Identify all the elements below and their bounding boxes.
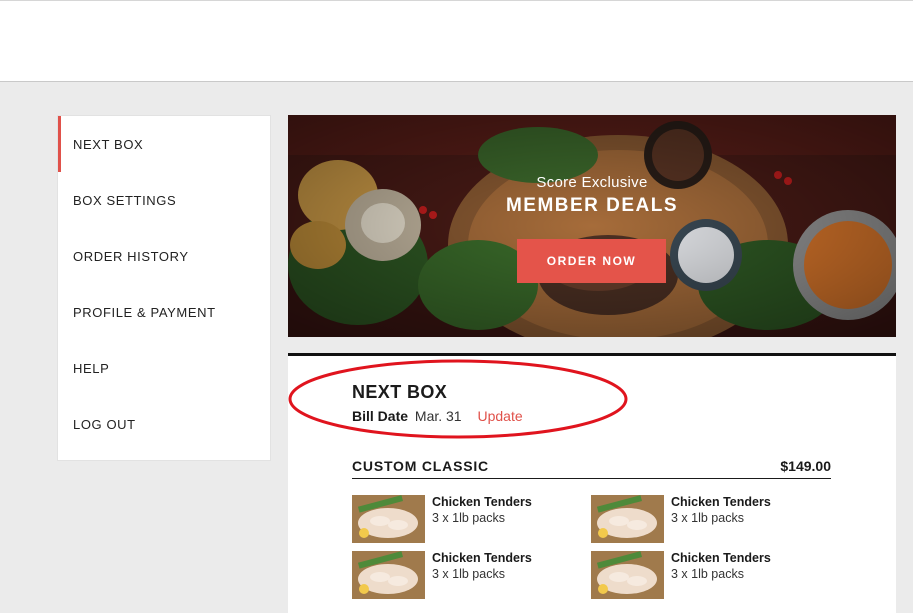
sidebar-item-next-box[interactable]: NEXT BOX: [58, 116, 270, 172]
product-name: Chicken Tenders: [432, 495, 532, 509]
plan-header: CUSTOM CLASSIC $149.00: [352, 456, 831, 479]
sidebar-item-help[interactable]: HELP: [58, 340, 270, 396]
product-item[interactable]: Chicken Tenders 3 x 1lb packs: [591, 551, 811, 601]
sidebar-item-box-settings[interactable]: BOX SETTINGS: [58, 172, 270, 228]
product-name: Chicken Tenders: [671, 495, 771, 509]
plan-price: $149.00: [780, 458, 831, 474]
sidebar-item-label: BOX SETTINGS: [73, 192, 177, 208]
next-box-title: NEXT BOX: [352, 382, 448, 402]
sidebar-item-label: HELP: [73, 360, 110, 376]
sidebar-item-label: ORDER HISTORY: [73, 248, 189, 264]
product-item[interactable]: Chicken Tenders 3 x 1lb packs: [352, 495, 572, 545]
chicken-tenders-thumbnail: [352, 551, 425, 599]
product-quantity: 3 x 1lb packs: [432, 567, 505, 581]
product-name: Chicken Tenders: [671, 551, 771, 565]
product-quantity: 3 x 1lb packs: [432, 511, 505, 525]
holiday-food-image: [288, 115, 896, 337]
sidebar-item-label: LOG OUT: [73, 416, 136, 432]
product-name: Chicken Tenders: [432, 551, 532, 565]
banner-title: MEMBER DEALS: [505, 195, 679, 216]
order-now-button[interactable]: ORDER NOW: [517, 239, 666, 283]
bill-date-value: Mar. 31: [414, 408, 462, 424]
sidebar-item-log-out[interactable]: LOG OUT: [58, 396, 270, 452]
chicken-tenders-thumbnail: [352, 495, 425, 543]
plan-name: CUSTOM CLASSIC: [352, 458, 489, 474]
account-sidebar: NEXT BOX BOX SETTINGS ORDER HISTORY PROF…: [57, 115, 271, 461]
next-box-panel: NEXT BOX Bill Date Mar. 31 Update CUSTOM…: [288, 353, 896, 613]
product-item[interactable]: Chicken Tenders 3 x 1lb packs: [352, 551, 572, 601]
product-item[interactable]: Chicken Tenders 3 x 1lb packs: [591, 495, 811, 545]
member-deals-banner: Score Exclusive MEMBER DEALS ORDER NOW: [288, 115, 896, 337]
chicken-tenders-thumbnail: [591, 495, 664, 543]
product-quantity: 3 x 1lb packs: [671, 511, 744, 525]
sidebar-item-order-history[interactable]: ORDER HISTORY: [58, 228, 270, 284]
top-header-bar: [0, 0, 913, 82]
sidebar-item-label: PROFILE & PAYMENT: [73, 304, 216, 320]
update-bill-date-link[interactable]: Update: [478, 408, 523, 424]
bill-date-row: Bill Date Mar. 31 Update: [352, 408, 523, 424]
sidebar-item-label: NEXT BOX: [73, 136, 144, 152]
chicken-tenders-thumbnail: [591, 551, 664, 599]
product-quantity: 3 x 1lb packs: [671, 567, 744, 581]
bill-date-label: Bill Date: [352, 408, 409, 424]
sidebar-item-profile-payment[interactable]: PROFILE & PAYMENT: [58, 284, 270, 340]
banner-subtitle: Score Exclusive: [536, 174, 648, 191]
